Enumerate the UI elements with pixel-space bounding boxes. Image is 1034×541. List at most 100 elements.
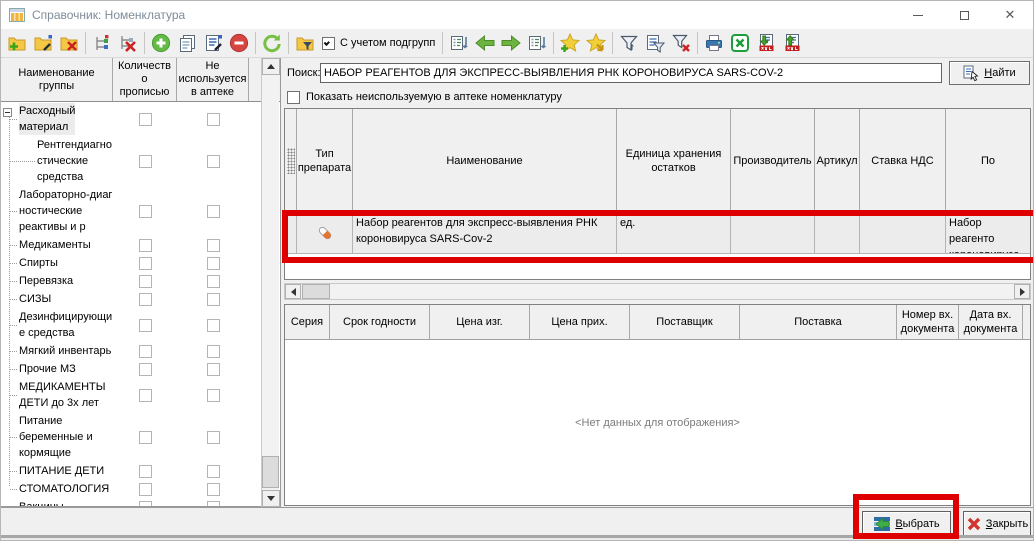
group-label[interactable]: Спирты [19, 255, 58, 271]
tree-row-prochie[interactable]: Прочие МЗ [1, 360, 261, 378]
column-header-qty-words[interactable]: Количеств о прописью [113, 58, 177, 101]
manufacturer-cell[interactable] [731, 213, 815, 253]
export-excel-button[interactable] [727, 30, 753, 56]
unused-checkbox[interactable] [207, 363, 220, 376]
group-label[interactable]: ПИТАНИЕ ДЕТИ [19, 463, 104, 479]
qty-checkbox[interactable] [139, 155, 152, 168]
qty-checkbox[interactable] [139, 293, 152, 306]
collapse-toggle-icon[interactable] [3, 108, 12, 117]
drug-type-cell[interactable] [297, 213, 353, 253]
tree-row-myagky[interactable]: Мягкий инвентарь [1, 342, 261, 360]
full-name-cell[interactable]: Набор реагенто короновируса S [946, 213, 1030, 253]
group-filter-button[interactable] [292, 30, 318, 56]
next-list-button[interactable] [524, 30, 550, 56]
column-header-manufacturer[interactable]: Производитель [731, 109, 815, 212]
qty-checkbox[interactable] [139, 465, 152, 478]
unused-checkbox[interactable] [207, 345, 220, 358]
column-header-full-name[interactable]: По [946, 109, 1030, 212]
qty-checkbox[interactable] [139, 319, 152, 332]
tree-row-dezinfits[interactable]: Дезинфицирующи е средства [1, 308, 261, 342]
column-header-drug-type[interactable]: Тип препарата [297, 109, 353, 212]
unused-checkbox[interactable] [207, 389, 220, 402]
column-header-not-used[interactable]: Не используется в аптеке [177, 58, 249, 101]
group-label[interactable]: Прочие МЗ [19, 361, 76, 377]
favorite-go-button[interactable] [583, 30, 609, 56]
qty-checkbox[interactable] [139, 501, 152, 507]
column-header-price-manuf[interactable]: Цена изг. [430, 305, 530, 339]
article-cell[interactable] [815, 213, 860, 253]
catalog-hscrollbar[interactable] [284, 283, 1031, 300]
add-item-button[interactable] [148, 30, 174, 56]
qty-checkbox[interactable] [139, 205, 152, 218]
delete-item-button[interactable] [226, 30, 252, 56]
column-header-name[interactable]: Наименование [353, 109, 617, 212]
select-button[interactable]: Выбрать [862, 511, 951, 536]
back-arrow-button[interactable] [472, 30, 498, 56]
forward-arrow-button[interactable] [498, 30, 524, 56]
group-label[interactable]: Перевязка [19, 273, 73, 289]
unused-checkbox[interactable] [207, 113, 220, 126]
copy-item-button[interactable] [174, 30, 200, 56]
find-button[interactable]: Найти [949, 61, 1030, 85]
column-header-storage-unit[interactable]: Единица хранения остатков [617, 109, 731, 212]
unused-checkbox[interactable] [207, 465, 220, 478]
unused-checkbox[interactable] [207, 431, 220, 444]
filter-button[interactable] [616, 30, 642, 56]
scroll-left-button[interactable] [285, 284, 301, 299]
group-label[interactable]: Медикаменты [19, 237, 91, 253]
vat-rate-cell[interactable] [860, 213, 946, 253]
unused-checkbox[interactable] [207, 155, 220, 168]
unused-checkbox[interactable] [207, 205, 220, 218]
export-xml-button[interactable] [779, 30, 805, 56]
tree-row-sizy[interactable]: СИЗЫ [1, 290, 261, 308]
group-label[interactable]: Расходный материал [19, 103, 75, 135]
tree-row-stomatologia[interactable]: СТОМАТОЛОГИЯ [1, 480, 261, 498]
tree-scrollbar[interactable] [261, 58, 279, 507]
filter-edit-button[interactable] [642, 30, 668, 56]
unused-checkbox[interactable] [207, 257, 220, 270]
tree-row-med-deti[interactable]: МЕДИКАМЕНТЫ ДЕТИ до 3х лет [1, 378, 261, 412]
unused-checkbox[interactable] [207, 275, 220, 288]
qty-checkbox[interactable] [139, 345, 152, 358]
tree-row-rentgen[interactable]: Рентгендиагно стические средства [1, 136, 261, 186]
group-label[interactable]: Дезинфицирующи е средства [19, 309, 112, 341]
import-xml-button[interactable] [753, 30, 779, 56]
move-group-button[interactable] [89, 30, 115, 56]
scroll-thumb[interactable] [262, 456, 279, 488]
column-header-supply[interactable]: Поставка [740, 305, 897, 339]
group-label[interactable]: МЕДИКАМЕНТЫ ДЕТИ до 3х лет [19, 379, 106, 411]
delete-group-button[interactable] [56, 30, 82, 56]
qty-checkbox[interactable] [139, 257, 152, 270]
column-header-supplier[interactable]: Поставщик [630, 305, 740, 339]
column-header-series[interactable]: Серия [285, 305, 330, 339]
qty-checkbox[interactable] [139, 389, 152, 402]
close-window-button[interactable]: ✕ [987, 1, 1033, 29]
unused-checkbox[interactable] [207, 239, 220, 252]
hscroll-thumb[interactable] [302, 284, 330, 299]
print-button[interactable] [701, 30, 727, 56]
column-header-vat-rate[interactable]: Ставка НДС [860, 109, 946, 212]
edit-item-button[interactable] [200, 30, 226, 56]
subgroup-checkbox[interactable] [322, 37, 335, 50]
scroll-right-button[interactable] [1014, 284, 1030, 299]
unused-checkbox[interactable] [207, 483, 220, 496]
group-label[interactable]: СИЗЫ [19, 291, 51, 307]
show-unused-row[interactable]: Показать неиспользуемую в аптеке номенкл… [282, 89, 562, 105]
group-label[interactable]: Питание беременные и кормящие [19, 413, 93, 461]
favorite-add-button[interactable] [557, 30, 583, 56]
group-label[interactable]: Рентгендиагно стические средства [37, 137, 112, 185]
unused-checkbox[interactable] [207, 319, 220, 332]
search-input[interactable] [320, 63, 942, 83]
qty-checkbox[interactable] [139, 113, 152, 126]
tree-row-medikamenty[interactable]: Медикаменты [1, 236, 261, 254]
group-label[interactable]: Мягкий инвентарь [19, 343, 111, 359]
show-unused-checkbox[interactable] [287, 91, 300, 104]
qty-checkbox[interactable] [139, 275, 152, 288]
column-header-group-name[interactable]: Наименование группы [1, 58, 113, 101]
refresh-button[interactable] [259, 30, 285, 56]
qty-checkbox[interactable] [139, 431, 152, 444]
storage-unit-cell[interactable]: ед. [617, 213, 731, 253]
column-header-expiry[interactable]: Срок годности [330, 305, 430, 339]
scroll-down-button[interactable] [262, 490, 280, 507]
tree-row-spirty[interactable]: Спирты [1, 254, 261, 272]
